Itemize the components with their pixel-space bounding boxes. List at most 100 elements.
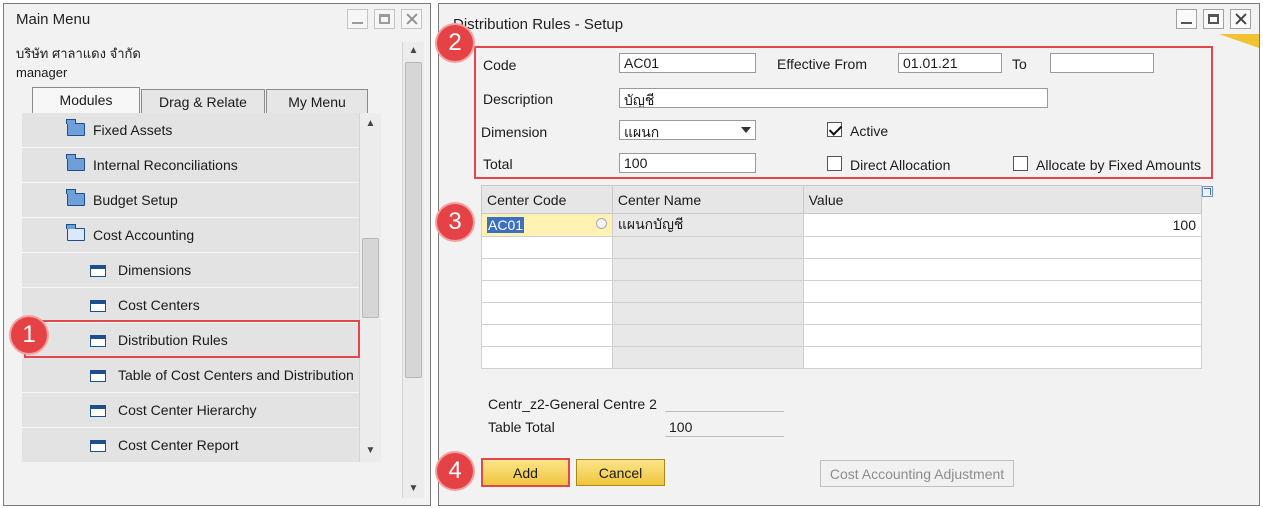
- folder-icon: [66, 119, 85, 136]
- menu-item-label: Cost Center Report: [118, 437, 239, 453]
- tab-modules[interactable]: Modules: [32, 87, 140, 115]
- user-name: manager: [16, 65, 68, 80]
- table-row[interactable]: [481, 324, 1203, 347]
- center-name-cell: แผนกบัญชี: [611, 213, 804, 237]
- menu-item-cost-accounting[interactable]: Cost Accounting: [22, 218, 359, 253]
- center-code-cell[interactable]: [481, 258, 613, 281]
- table-row[interactable]: [481, 346, 1203, 369]
- table-row[interactable]: AC01 แผนกบัญชี 100: [481, 213, 1203, 237]
- form-icon: [90, 300, 106, 312]
- table-total-label: Table Total: [488, 419, 555, 435]
- distribution-rules-title: Distribution Rules - Setup: [453, 16, 624, 33]
- center-code-cell[interactable]: [481, 302, 613, 325]
- distribution-centers-table: Center Code Center Name Value AC01 แผนกบ…: [481, 185, 1203, 369]
- value-cell[interactable]: 100: [802, 213, 1203, 237]
- table-row[interactable]: [481, 236, 1203, 259]
- value-cell[interactable]: [802, 324, 1203, 347]
- center-name-cell: [611, 302, 804, 325]
- menu-item-cost-center-report[interactable]: Cost Center Report: [22, 428, 359, 462]
- center-code-cell[interactable]: [481, 324, 613, 347]
- close-icon[interactable]: [1230, 9, 1251, 29]
- minimize-icon[interactable]: [347, 9, 368, 29]
- value-cell[interactable]: [802, 258, 1203, 281]
- main-menu-titlebar: Main Menu: [4, 4, 430, 34]
- center-name-cell: [611, 258, 804, 281]
- menu-item-dimensions[interactable]: Dimensions: [22, 253, 359, 288]
- table-row[interactable]: [481, 280, 1203, 303]
- column-header-value[interactable]: Value: [802, 185, 1203, 214]
- value-cell[interactable]: [802, 236, 1203, 259]
- annotation-badge-4: 4: [437, 453, 473, 489]
- table-row[interactable]: [481, 302, 1203, 325]
- cancel-button[interactable]: Cancel: [576, 459, 665, 486]
- open-folder-icon: [66, 224, 85, 241]
- menu-item-cost-centers[interactable]: Cost Centers: [22, 288, 359, 323]
- menu-item-budget-setup[interactable]: Budget Setup: [22, 183, 359, 218]
- highlight-add-button: [481, 458, 570, 487]
- column-header-center-name[interactable]: Center Name: [611, 185, 804, 214]
- menu-item-table-of-cost-centers[interactable]: Table of Cost Centers and Distribution: [22, 358, 359, 393]
- center-code-cell[interactable]: [481, 236, 613, 259]
- scroll-down-arrow-icon[interactable]: ▼: [360, 442, 381, 460]
- distribution-rules-titlebar: Distribution Rules - Setup: [439, 4, 1259, 34]
- form-icon: [90, 265, 106, 277]
- menu-item-fixed-assets[interactable]: Fixed Assets: [22, 113, 359, 148]
- main-menu-scrollbar[interactable]: ▲ ▼: [402, 42, 424, 498]
- menu-item-cost-center-hierarchy[interactable]: Cost Center Hierarchy: [22, 393, 359, 428]
- table-total-value: 100: [665, 419, 784, 437]
- center-name-cell: [611, 236, 804, 259]
- folder-icon: [66, 189, 85, 206]
- center-code-text: AC01: [487, 217, 525, 233]
- company-name: บริษัท ศาลาแดง จำกัด: [16, 46, 141, 61]
- folder-icon: [66, 154, 85, 171]
- annotation-badge-3: 3: [437, 204, 473, 240]
- form-icon: [90, 405, 106, 417]
- maximize-icon[interactable]: [1203, 9, 1224, 29]
- table-row[interactable]: [481, 258, 1203, 281]
- scroll-thumb[interactable]: [362, 238, 379, 318]
- scroll-thumb[interactable]: [405, 62, 422, 378]
- menu-item-label: Cost Accounting: [93, 227, 195, 243]
- highlight-distribution-rules: [24, 320, 360, 358]
- menu-list-scrollbar[interactable]: ▲ ▼: [359, 113, 381, 462]
- scroll-down-arrow-icon[interactable]: ▼: [403, 480, 424, 498]
- close-icon[interactable]: [401, 9, 422, 29]
- maximize-icon[interactable]: [374, 9, 395, 29]
- value-cell[interactable]: [802, 346, 1203, 369]
- main-menu-title: Main Menu: [16, 11, 91, 28]
- center-name-cell: [611, 346, 804, 369]
- minimize-icon[interactable]: [1176, 9, 1197, 29]
- centre-label: Centr_z2-General Centre 2: [488, 396, 657, 412]
- menu-item-label: Dimensions: [118, 262, 192, 278]
- center-name-cell: [611, 324, 804, 347]
- form-icon: [90, 440, 106, 452]
- scroll-up-arrow-icon[interactable]: ▲: [360, 115, 381, 133]
- center-name-cell: [611, 280, 804, 303]
- value-cell[interactable]: [802, 302, 1203, 325]
- tab-my-menu[interactable]: My Menu: [266, 89, 368, 114]
- menu-item-internal-reconciliations[interactable]: Internal Reconciliations: [22, 148, 359, 183]
- center-code-cell[interactable]: [481, 346, 613, 369]
- tab-drag-relate[interactable]: Drag & Relate: [141, 89, 265, 114]
- menu-item-label: Internal Reconciliations: [93, 157, 238, 173]
- form-icon: [90, 370, 106, 382]
- column-header-center-code[interactable]: Center Code: [481, 185, 613, 214]
- modules-menu-list: Fixed Assets Internal Reconciliations Bu…: [22, 113, 359, 462]
- centre-value: [665, 395, 784, 412]
- choose-from-list-icon[interactable]: [595, 218, 607, 229]
- menu-item-label: Table of Cost Centers and Distribution: [118, 367, 354, 383]
- center-code-cell[interactable]: AC01: [481, 213, 613, 237]
- cost-accounting-adjustment-button[interactable]: Cost Accounting Adjustment: [820, 460, 1014, 487]
- accent-corner: [1219, 34, 1259, 48]
- menu-item-label: Cost Center Hierarchy: [118, 402, 257, 418]
- menu-item-label: Fixed Assets: [93, 122, 173, 138]
- table-header-row: Center Code Center Name Value: [481, 185, 1203, 214]
- value-cell[interactable]: [802, 280, 1203, 303]
- highlight-header-fields: [474, 46, 1213, 179]
- menu-item-label: Budget Setup: [93, 192, 178, 208]
- scroll-up-arrow-icon[interactable]: ▲: [403, 42, 424, 60]
- annotation-badge-1: 1: [11, 317, 47, 353]
- expand-table-icon[interactable]: [1202, 186, 1213, 197]
- center-code-cell[interactable]: [481, 280, 613, 303]
- annotation-badge-2: 2: [437, 25, 473, 61]
